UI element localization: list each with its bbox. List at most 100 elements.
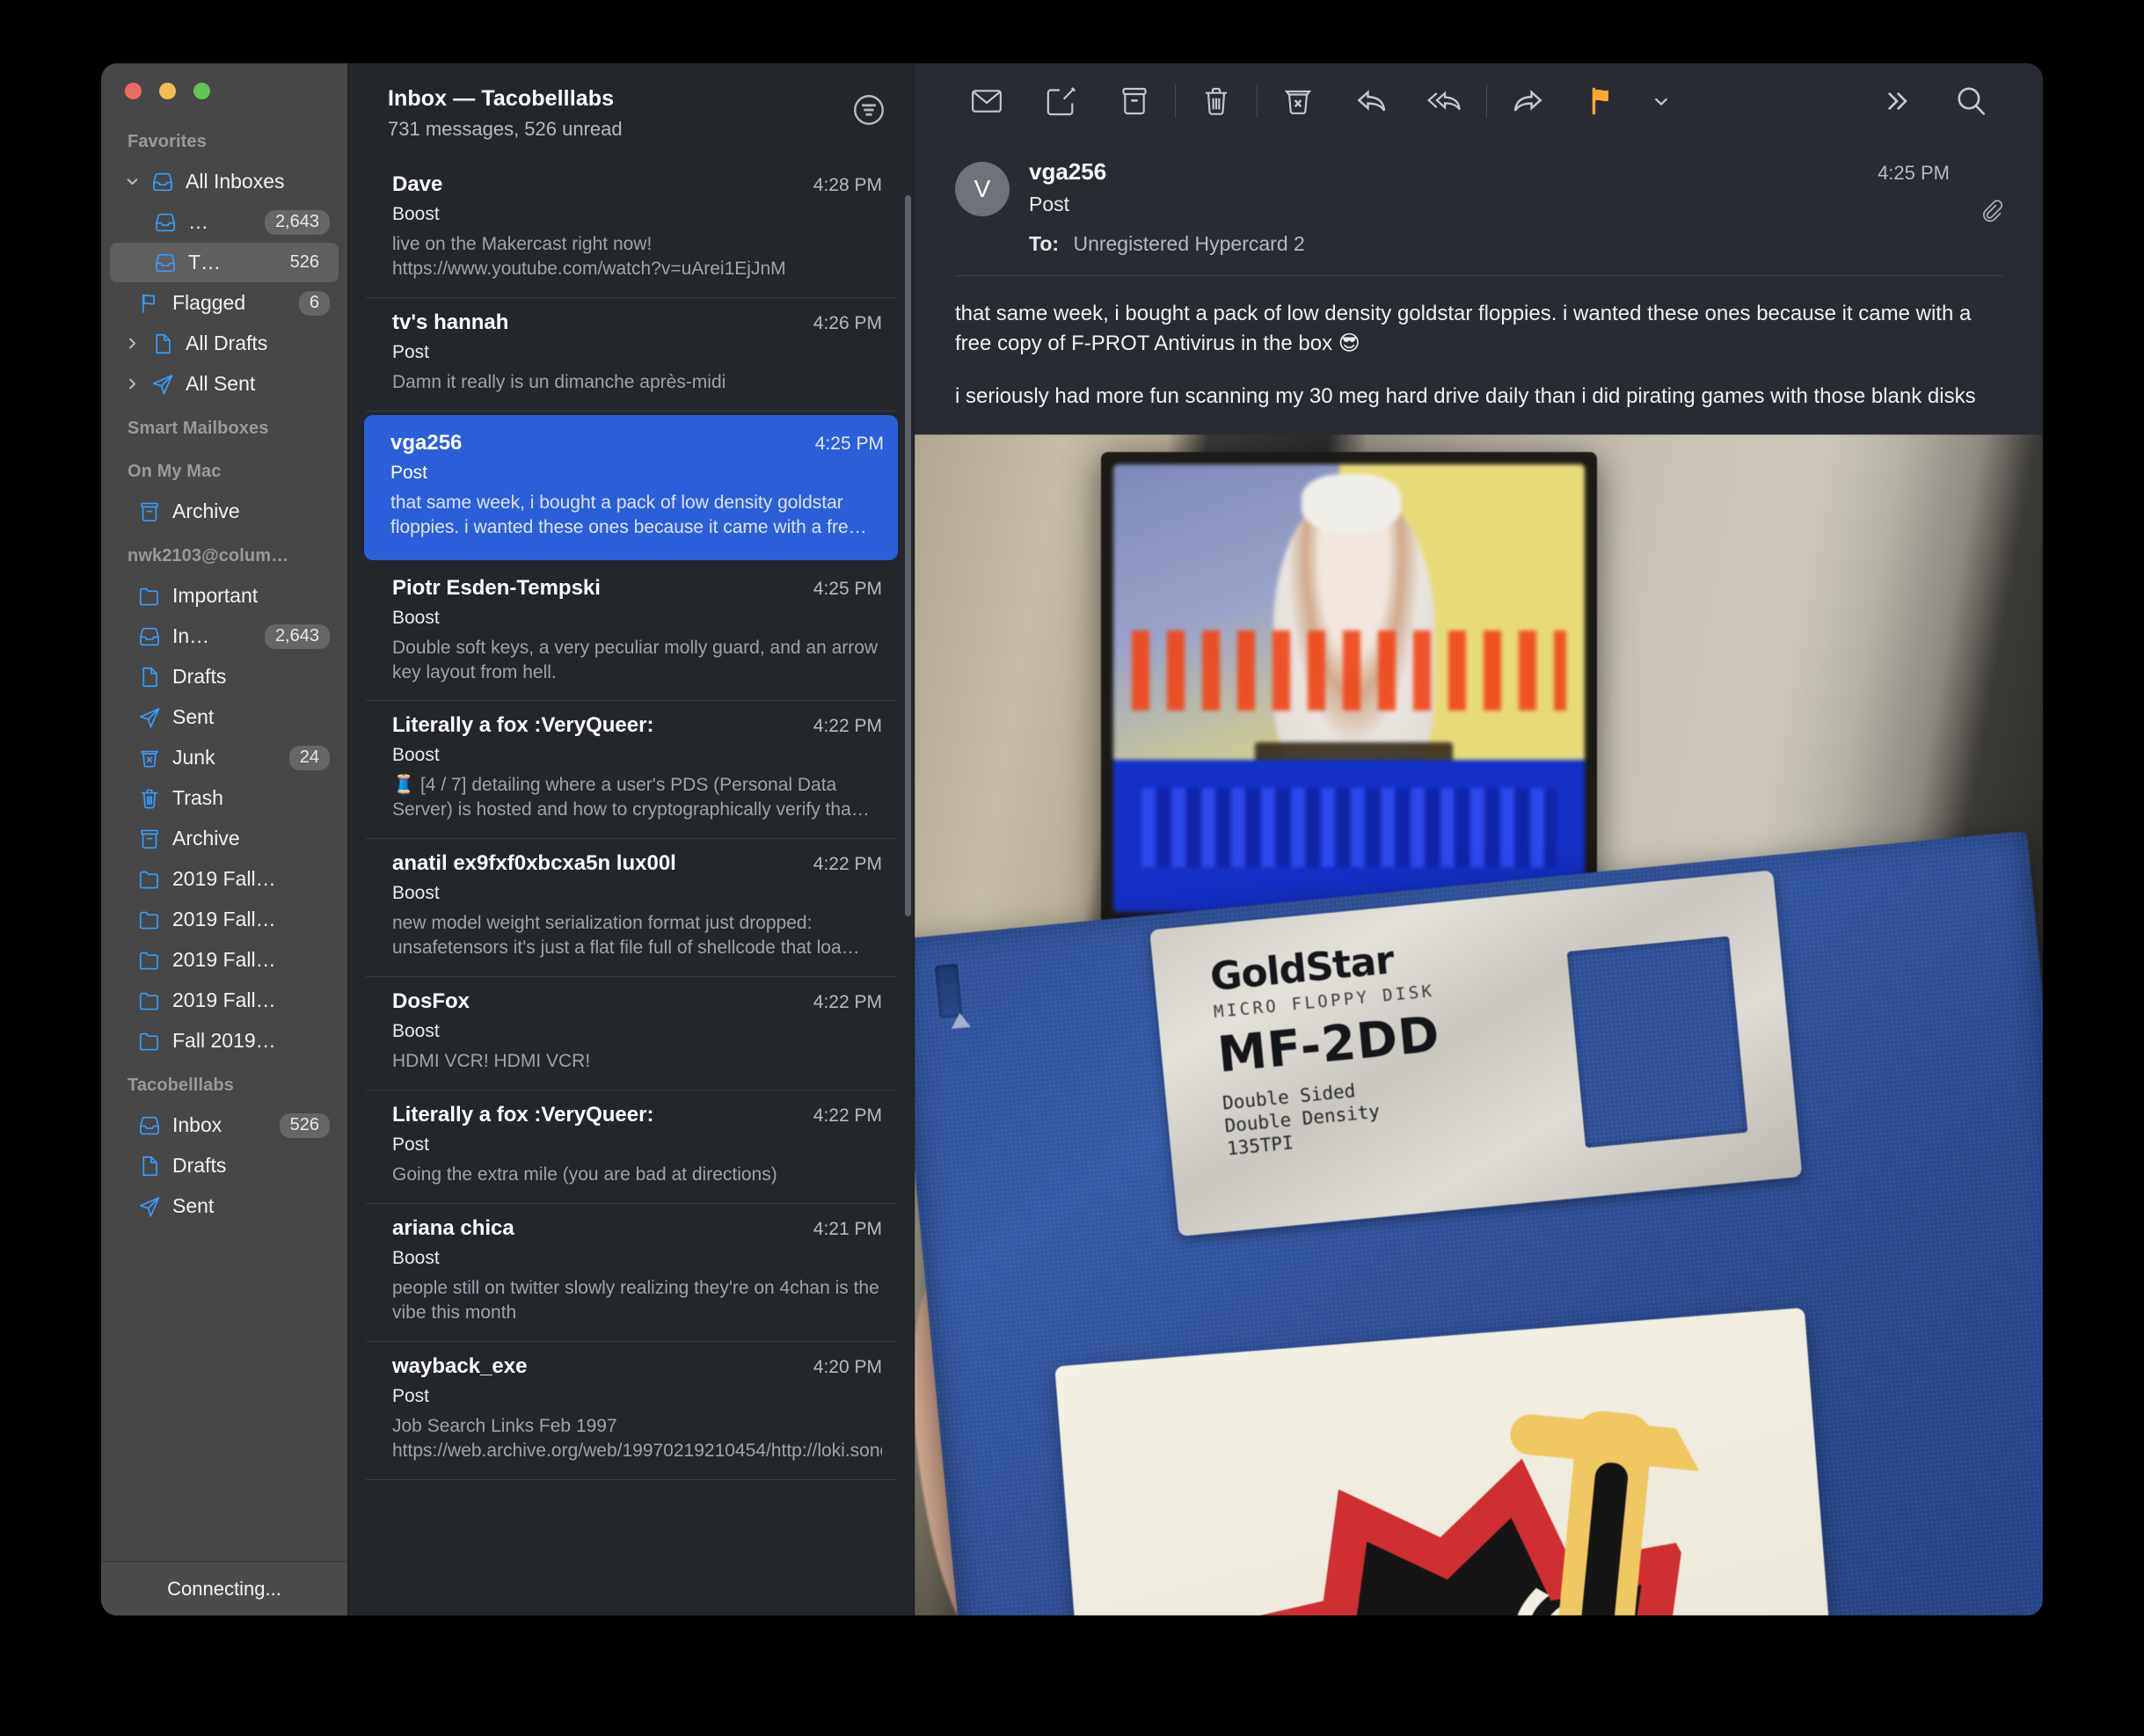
sidebar-section-title: On My Mac xyxy=(101,448,347,491)
archive-button[interactable] xyxy=(1105,74,1164,128)
message-list-item[interactable]: Literally a fox :VeryQueer: 4:22 PM Post… xyxy=(366,1090,896,1204)
message-timestamp: 4:21 PM xyxy=(813,1219,882,1240)
message-preview: 🧵 [4 / 7] detailing where a user's PDS (… xyxy=(392,773,882,822)
delete-button[interactable] xyxy=(1186,74,1246,128)
sidebar-item-2019-fall[interactable]: 2019 Fall… xyxy=(110,940,339,980)
message-subject: Boost xyxy=(392,1021,882,1042)
sidebar-item-trash[interactable]: Trash xyxy=(110,778,339,818)
minimize-button[interactable] xyxy=(159,83,176,99)
floppy-shutter-window xyxy=(1566,937,1747,1148)
message-rows[interactable]: Dave 4:28 PM Boost live on the Makercast… xyxy=(348,155,914,1616)
sidebar-item-label: Fall 2019… xyxy=(172,1029,339,1053)
sidebar-item-label: T… xyxy=(188,251,270,274)
message-list-item[interactable]: Dave 4:28 PM Boost live on the Makercast… xyxy=(366,160,896,298)
sidebar-section-title: Tacobelllabs xyxy=(101,1061,347,1105)
sidebar-item-drafts[interactable]: Drafts xyxy=(110,1146,339,1185)
message-timestamp: 4:25 PM xyxy=(813,579,882,600)
sidebar-item-archive[interactable]: Archive xyxy=(110,492,339,531)
mark-unread-button[interactable] xyxy=(957,74,1017,128)
message-sender: Literally a fox :VeryQueer: xyxy=(392,1103,666,1127)
sidebar-item-badge: 526 xyxy=(280,1113,330,1138)
inbox-icon xyxy=(152,210,179,235)
sidebar-item-badge: 526 xyxy=(280,251,330,275)
sidebar-item-2019-fall[interactable]: 2019 Fall… xyxy=(110,859,339,899)
sidebar-item-label: 2019 Fall… xyxy=(172,948,339,972)
reply-all-button[interactable] xyxy=(1416,74,1476,128)
sort-filter-icon[interactable] xyxy=(850,91,887,133)
message-preview: Job Search Links Feb 1997 https://web.ar… xyxy=(392,1414,882,1463)
message-list-item[interactable]: vga256 4:25 PM Post that same week, i bo… xyxy=(364,415,898,560)
message-list-item[interactable]: Piotr Esden-Tempski 4:25 PM Boost Double… xyxy=(366,564,896,702)
sent-icon xyxy=(136,1194,163,1219)
message-list-item[interactable]: anatil ex9fxf0xbcxa5n lux00l 4:22 PM Boo… xyxy=(366,839,896,977)
message-list-item[interactable]: tv's hannah 4:26 PM Post Damn it really … xyxy=(366,298,896,412)
chevron-right-icon[interactable] xyxy=(124,336,140,351)
folder-icon xyxy=(136,867,163,892)
search-icon[interactable] xyxy=(1941,74,2001,128)
close-button[interactable] xyxy=(125,83,142,99)
message-header: V vga256 4:25 PM Post To: Unregistered H… xyxy=(915,139,2043,256)
message-list-scrollbar[interactable] xyxy=(905,195,911,916)
sent-icon xyxy=(149,372,176,397)
sidebar-item-label: Sent xyxy=(172,1194,339,1218)
sidebar-item-2019-fall[interactable]: 2019 Fall… xyxy=(110,981,339,1020)
junk-button[interactable] xyxy=(1268,74,1328,128)
sidebar-item-fall-2019[interactable]: Fall 2019… xyxy=(110,1021,339,1061)
zoom-button[interactable] xyxy=(193,83,210,99)
message-subject: Post xyxy=(390,463,884,484)
message-preview: HDMI VCR! HDMI VCR! xyxy=(392,1049,882,1074)
sidebar-item-inbox[interactable]: Inbox526 xyxy=(110,1105,339,1145)
sidebar-item-[interactable]: …2,643 xyxy=(110,202,339,242)
flag-button[interactable] xyxy=(1572,74,1631,128)
message-sender: anatil ex9fxf0xbcxa5n lux00l xyxy=(392,851,689,876)
drafts-icon xyxy=(136,1154,163,1178)
sidebar-item-important[interactable]: Important xyxy=(110,576,339,616)
sidebar-item-label: All Sent xyxy=(186,372,339,396)
message-subject: Post xyxy=(392,1134,882,1156)
sidebar-item-label: Archive xyxy=(172,827,339,850)
sidebar-item-all-inboxes[interactable]: All Inboxes xyxy=(110,162,339,201)
sidebar-item-in[interactable]: In…2,643 xyxy=(110,616,339,656)
message-preview: Going the extra mile (you are bad at dir… xyxy=(392,1163,882,1187)
sidebar-item-label: All Drafts xyxy=(186,332,339,355)
compose-button[interactable] xyxy=(1031,74,1090,128)
message-list-item[interactable]: Literally a fox :VeryQueer: 4:22 PM Boos… xyxy=(366,701,896,839)
inbox-icon xyxy=(136,624,163,649)
sidebar-item-all-sent[interactable]: All Sent xyxy=(110,364,339,404)
chevrons-right-icon[interactable] xyxy=(1867,74,1927,128)
sidebar-item-t[interactable]: T… 526 xyxy=(110,243,339,282)
message-preview: Double soft keys, a very peculiar molly … xyxy=(392,636,882,685)
chevron-right-icon[interactable] xyxy=(124,376,140,391)
message-list-item[interactable]: ariana chica 4:21 PM Boost people still … xyxy=(366,1204,896,1342)
message-list-item[interactable]: wayback_exe 4:20 PM Post Job Search Link… xyxy=(366,1342,896,1480)
sidebar-item-archive[interactable]: Archive xyxy=(110,819,339,858)
sidebar-item-drafts[interactable]: Drafts xyxy=(110,657,339,697)
message-preview: people still on twitter slowly realizing… xyxy=(392,1276,882,1325)
sidebar-item-all-drafts[interactable]: All Drafts xyxy=(110,324,339,363)
message-list-item[interactable]: DosFox 4:22 PM Boost HDMI VCR! HDMI VCR! xyxy=(366,977,896,1090)
sidebar-item-label: Drafts xyxy=(172,1154,339,1178)
sidebar-item-flagged[interactable]: Flagged6 xyxy=(110,283,339,323)
attachment-photo[interactable]: GoldStar MICRO FLOPPY DISK MF-2DD Double… xyxy=(915,434,2043,1616)
message-sender: tv's hannah xyxy=(392,310,521,335)
sidebar-item-label: 2019 Fall… xyxy=(172,908,339,931)
flag-dropdown-button[interactable] xyxy=(1642,74,1681,128)
sidebar-item-2019-fall[interactable]: 2019 Fall… xyxy=(110,900,339,939)
message-subject: Post xyxy=(392,342,882,363)
forward-button[interactable] xyxy=(1498,74,1557,128)
sidebar-item-sent[interactable]: Sent xyxy=(110,1186,339,1226)
message-timestamp: 4:22 PM xyxy=(813,854,882,875)
to-label: To: xyxy=(1029,232,1059,255)
sidebar-scroll-area[interactable]: FavoritesAll Inboxes…2,643T…526Flagged6A… xyxy=(101,118,347,1561)
sidebar-item-sent[interactable]: Sent xyxy=(110,697,339,737)
message-list-title: Inbox — Tacobelllabs xyxy=(388,86,850,112)
floppy-notch xyxy=(935,964,963,1018)
reply-button[interactable] xyxy=(1342,74,1402,128)
flag-icon xyxy=(136,291,163,316)
chevron-down-icon[interactable] xyxy=(124,174,140,189)
sidebar-item-junk[interactable]: Junk24 xyxy=(110,738,339,777)
message-subject: Boost xyxy=(392,1248,882,1269)
message-sender: ariana chica xyxy=(392,1216,527,1241)
syringe-graphic xyxy=(1312,1317,1858,1616)
message-subject: Post xyxy=(392,1386,882,1407)
